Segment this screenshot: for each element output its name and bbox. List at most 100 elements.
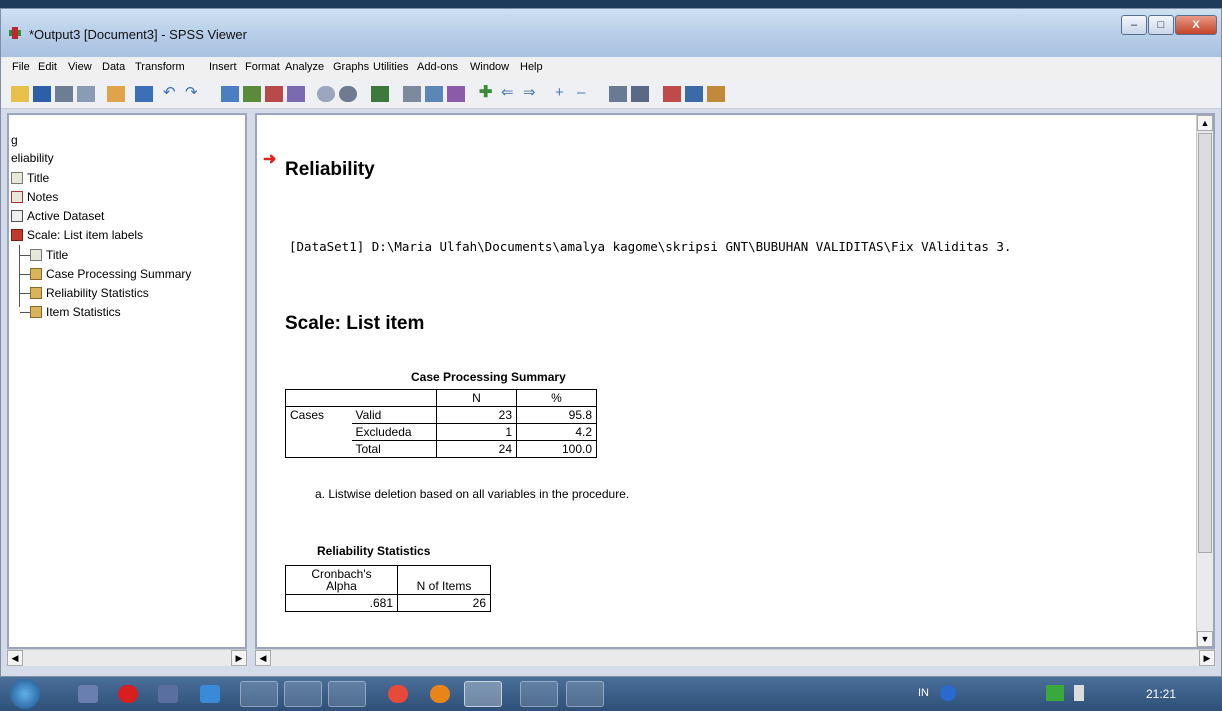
- scroll-thumb[interactable]: [1198, 133, 1212, 553]
- open-icon[interactable]: [11, 86, 29, 102]
- insert-page-break-icon[interactable]: [663, 86, 681, 102]
- designate-window-icon[interactable]: [371, 86, 389, 102]
- network-icon[interactable]: [1046, 685, 1064, 701]
- use-sets-icon[interactable]: [287, 86, 305, 102]
- scroll-left-icon[interactable]: ◀: [255, 650, 271, 666]
- export-icon[interactable]: [107, 86, 125, 102]
- hide-icon[interactable]: [339, 86, 357, 102]
- print-icon[interactable]: [55, 86, 73, 102]
- outline-label: Title: [46, 248, 69, 262]
- outline-label: Active Dataset: [27, 209, 105, 223]
- menu-window[interactable]: Window: [470, 61, 509, 73]
- app-icon[interactable]: [78, 685, 98, 703]
- spss-viewer-window: *Output3 [Document3] - SPSS Viewer – □ X…: [0, 8, 1222, 677]
- scroll-down-icon[interactable]: ▼: [1197, 631, 1213, 647]
- outline-label: Case Processing Summary: [46, 267, 192, 281]
- start-button-icon[interactable]: [10, 679, 40, 709]
- excel-taskbar-button[interactable]: [520, 681, 558, 707]
- menu-file[interactable]: File: [12, 61, 30, 73]
- outline-item-log[interactable]: g: [11, 133, 18, 147]
- outline-item-reliability-stats[interactable]: Reliability Statistics: [20, 286, 149, 300]
- outline-item-reliability[interactable]: eliability: [11, 151, 54, 165]
- clock[interactable]: 21:21: [1146, 687, 1176, 701]
- scroll-right-icon[interactable]: ▶: [231, 650, 247, 666]
- goto-data-icon[interactable]: [221, 86, 239, 102]
- undo-icon[interactable]: ↶: [163, 85, 181, 102]
- select-last-output-icon[interactable]: [403, 86, 421, 102]
- menu-utilities[interactable]: Utilities: [373, 61, 408, 73]
- firefox-taskbar-button[interactable]: [566, 681, 604, 707]
- insert-heading-icon[interactable]: [425, 86, 443, 102]
- outline-item-case-processing[interactable]: Case Processing Summary: [20, 267, 191, 281]
- language-indicator[interactable]: IN: [918, 687, 929, 699]
- spss-taskbar-button[interactable]: [464, 681, 502, 707]
- hide-object-icon[interactable]: [631, 86, 649, 102]
- show-object-icon[interactable]: [609, 86, 627, 102]
- menu-edit[interactable]: Edit: [38, 61, 57, 73]
- outline-item-notes[interactable]: Notes: [11, 190, 58, 204]
- dataset-icon: [11, 210, 23, 222]
- variables-icon[interactable]: [265, 86, 283, 102]
- current-item-arrow-icon: ➜: [263, 151, 277, 168]
- edit-script-icon[interactable]: [707, 86, 725, 102]
- expand-icon[interactable]: ✚: [479, 85, 497, 102]
- output-vscrollbar[interactable]: ▲ ▼: [1196, 115, 1213, 647]
- print-preview-icon[interactable]: [77, 86, 95, 102]
- promote-icon[interactable]: ⇐: [501, 85, 519, 102]
- minimize-button[interactable]: –: [1121, 15, 1147, 35]
- media-taskbar-button[interactable]: [284, 681, 322, 707]
- output-pane[interactable]: ➜ Reliability [DataSet1] D:\Maria Ulfah\…: [255, 113, 1215, 649]
- menu-data[interactable]: Data: [102, 61, 125, 73]
- menu-analyze[interactable]: Analyze: [285, 61, 324, 73]
- menu-format[interactable]: Format: [245, 61, 280, 73]
- scroll-up-icon[interactable]: ▲: [1197, 115, 1213, 131]
- scroll-left-icon[interactable]: ◀: [7, 650, 23, 666]
- cell: 23: [436, 406, 517, 424]
- save-icon[interactable]: [33, 86, 51, 102]
- reliability-table: Cronbach's Alpha N of Items .681 26: [285, 565, 491, 612]
- menu-bar: File Edit View Data Transform Insert For…: [1, 57, 1221, 79]
- menu-transform[interactable]: Transform: [135, 61, 185, 73]
- outline-label: Notes: [27, 190, 59, 204]
- recall-dialog-icon[interactable]: [135, 86, 153, 102]
- outline-item-scale-title[interactable]: Title: [20, 248, 68, 262]
- goto-case-icon[interactable]: [243, 86, 261, 102]
- taskbar: IN 21:21: [0, 677, 1222, 711]
- redo-icon[interactable]: ↷: [185, 85, 203, 102]
- menu-insert[interactable]: Insert: [209, 61, 237, 73]
- outline-label: Item Statistics: [46, 305, 121, 319]
- show-icon[interactable]: +: [555, 85, 573, 102]
- explorer-taskbar-button[interactable]: [240, 681, 278, 707]
- outline-label: Reliability Statistics: [46, 286, 149, 300]
- word-taskbar-button[interactable]: [328, 681, 366, 707]
- insert-title-icon[interactable]: [447, 86, 465, 102]
- show-all-icon[interactable]: [317, 86, 335, 102]
- outline-item-title[interactable]: Title: [11, 171, 49, 185]
- battery-icon[interactable]: [1074, 685, 1084, 701]
- chrome-icon[interactable]: [388, 685, 408, 703]
- close-button[interactable]: X: [1175, 15, 1217, 35]
- firefox-icon[interactable]: [430, 685, 450, 703]
- row-label: Total: [351, 440, 437, 458]
- cell: 24: [436, 440, 517, 458]
- outline-pane[interactable]: g eliability Title Notes Active Dataset …: [7, 113, 247, 649]
- ie-icon[interactable]: [200, 685, 220, 703]
- maximize-button[interactable]: □: [1148, 15, 1174, 35]
- outline-item-item-stats[interactable]: Item Statistics: [20, 305, 121, 319]
- demote-icon[interactable]: ⇒: [523, 85, 541, 102]
- menu-help[interactable]: Help: [520, 61, 543, 73]
- scroll-right-icon[interactable]: ▶: [1199, 650, 1215, 666]
- output-hscrollbar[interactable]: ◀ ▶: [255, 649, 1215, 666]
- opera-icon[interactable]: [118, 685, 138, 703]
- collapse-icon[interactable]: –: [577, 85, 595, 102]
- outline-item-active-dataset[interactable]: Active Dataset: [11, 209, 104, 223]
- menu-view[interactable]: View: [68, 61, 92, 73]
- title-icon: [11, 172, 23, 184]
- insert-text-icon[interactable]: [685, 86, 703, 102]
- outline-item-scale[interactable]: Scale: List item labels: [11, 228, 143, 242]
- outline-hscrollbar[interactable]: ◀ ▶: [7, 649, 247, 666]
- menu-addons[interactable]: Add-ons: [417, 61, 458, 73]
- help-icon[interactable]: [940, 685, 956, 701]
- menu-graphs[interactable]: Graphs: [333, 61, 369, 73]
- keyboard-icon[interactable]: [158, 685, 178, 703]
